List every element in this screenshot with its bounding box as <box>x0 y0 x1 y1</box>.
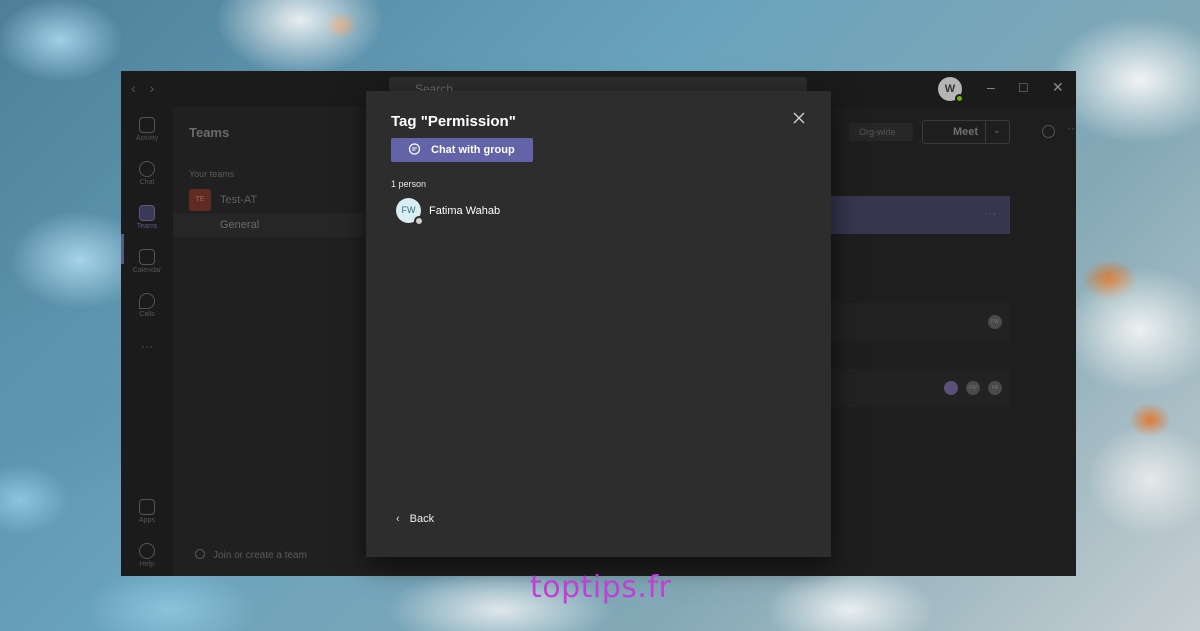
join-team-icon <box>195 549 205 559</box>
minimize-icon[interactable]: – <box>987 79 995 95</box>
rail-item-label: Chat <box>139 179 155 186</box>
channel-item-general[interactable]: General <box>173 213 391 237</box>
member-count-label: 1 person <box>391 179 427 189</box>
rail-item-chat[interactable]: Chat <box>121 161 173 186</box>
message-more-icon[interactable]: ··· <box>985 208 996 220</box>
more-icon: ··· <box>141 339 153 353</box>
chat-icon <box>408 143 421 159</box>
team-name[interactable]: Test-AT <box>220 194 257 206</box>
close-window-icon[interactable]: ✕ <box>1052 79 1064 96</box>
info-icon[interactable] <box>1042 125 1055 138</box>
app-rail: Activity Chat Teams Calendar Calls ··· A… <box>121 107 173 576</box>
apps-icon <box>139 499 155 515</box>
rail-item-teams[interactable]: Teams <box>121 205 173 230</box>
nav-arrows: ‹ › <box>131 80 168 96</box>
chat-icon <box>139 161 155 177</box>
chat-with-group-button[interactable]: Chat with group <box>391 138 533 162</box>
org-wide-badge: Org-wide <box>849 123 913 141</box>
more-options-icon[interactable]: ··· <box>1067 121 1076 135</box>
watermark: toptips.fr <box>530 570 672 605</box>
close-icon[interactable] <box>792 111 808 127</box>
phone-icon <box>139 293 155 309</box>
avatar-initial: W <box>944 83 956 95</box>
presence-dot <box>955 94 964 103</box>
your-teams-label: Your teams <box>189 169 235 179</box>
teams-icon <box>139 205 155 221</box>
rail-item-label: Calendar <box>132 267 162 274</box>
presence-dot <box>414 216 424 226</box>
join-or-create-team-button[interactable]: Join or create a team <box>195 549 307 561</box>
rail-item-help[interactable]: Help <box>121 543 173 568</box>
rail-item-calendar[interactable]: Calendar <box>121 249 173 274</box>
back-arrow-icon[interactable]: ‹ <box>131 80 136 96</box>
meet-button[interactable]: Meet ⌄ <box>922 120 1010 144</box>
person-name: Fatima Wahab <box>429 205 501 217</box>
team-avatar: TE <box>189 189 211 211</box>
rail-item-label: Apps <box>139 517 155 524</box>
rail-more-button[interactable]: ··· <box>121 339 173 353</box>
channel-name: General <box>220 219 260 231</box>
avatar: FW <box>396 198 424 226</box>
rail-item-label: Calls <box>139 311 155 318</box>
dialog-title: Tag "Permission" <box>391 113 516 130</box>
teams-panel: Teams Your teams TE Test-AT General Join… <box>173 107 391 576</box>
avatar-initials: FW <box>401 205 416 215</box>
maximize-icon[interactable]: □ <box>1019 79 1027 95</box>
chevron-down-icon[interactable]: ⌄ <box>993 125 1001 136</box>
rail-item-label: Activity <box>135 135 159 142</box>
meet-split-divider <box>985 121 986 143</box>
chevron-left-icon: ‹ <box>396 513 400 525</box>
rail-item-activity[interactable]: Activity <box>121 117 173 142</box>
rail-item-apps[interactable]: Apps <box>121 499 173 524</box>
bell-icon <box>139 117 155 133</box>
back-button[interactable]: ‹ Back <box>396 513 434 525</box>
forward-arrow-icon[interactable]: › <box>150 80 155 96</box>
tag-members-dialog: Tag "Permission" Chat with group 1 perso… <box>366 91 831 557</box>
help-icon <box>139 543 155 559</box>
rail-item-calls[interactable]: Calls <box>121 293 173 318</box>
join-team-label: Join or create a team <box>213 550 307 561</box>
avatar: FA <box>988 381 1002 395</box>
avatar: FW <box>966 381 980 395</box>
avatar: FW <box>988 315 1002 329</box>
avatar <box>944 381 958 395</box>
rail-item-label: Help <box>139 561 155 568</box>
teams-heading: Teams <box>189 125 230 140</box>
org-wide-label: Org-wide <box>859 127 896 137</box>
rail-item-label: Teams <box>136 223 158 230</box>
chat-with-group-label: Chat with group <box>431 144 515 156</box>
profile-avatar[interactable]: W <box>938 77 964 103</box>
back-label: Back <box>409 513 435 525</box>
meet-label: Meet <box>953 126 979 138</box>
calendar-icon <box>139 249 155 265</box>
list-item[interactable]: FW Fatima Wahab <box>391 198 811 226</box>
